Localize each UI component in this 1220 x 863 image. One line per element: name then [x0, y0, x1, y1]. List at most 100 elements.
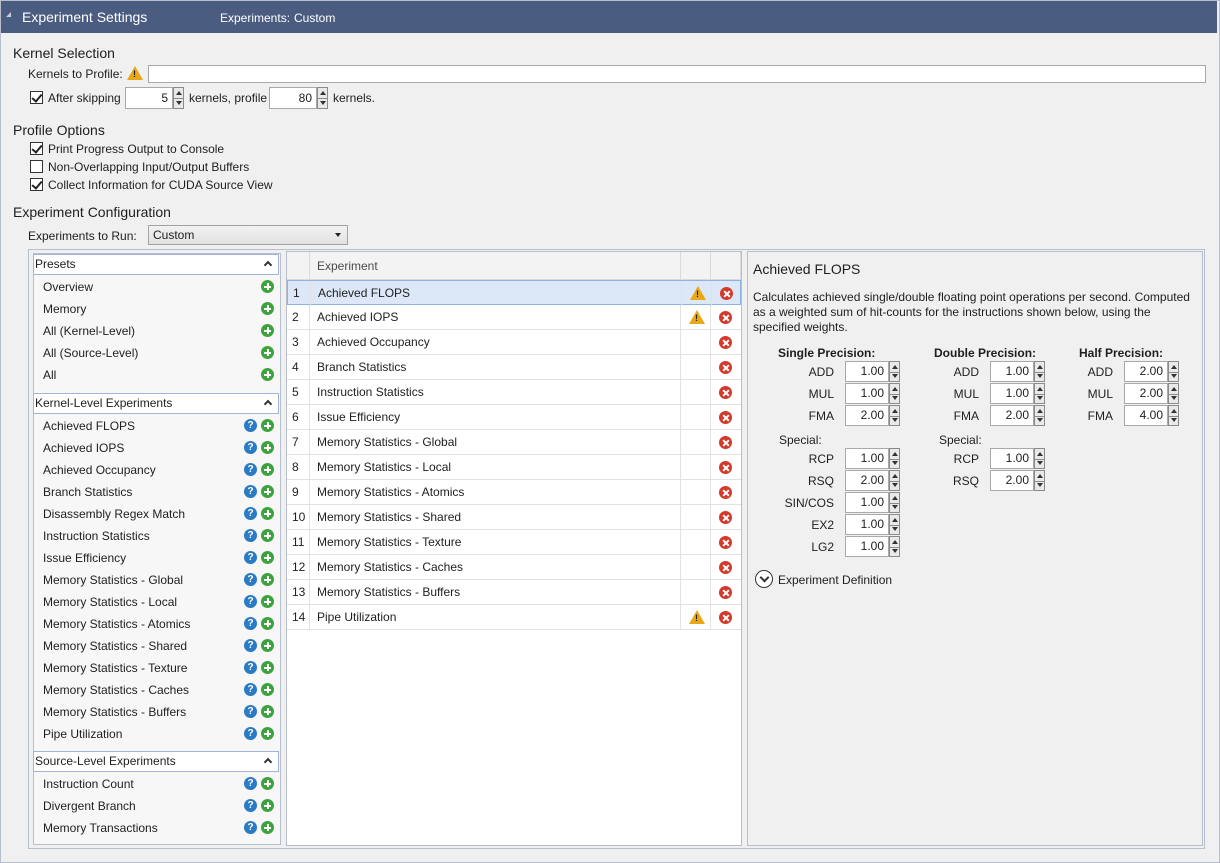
print-progress-checkbox[interactable]	[30, 142, 43, 155]
non-overlapping-checkbox[interactable]	[30, 160, 43, 173]
table-row[interactable]: 1 Achieved FLOPS!	[287, 280, 741, 306]
remove-icon[interactable]	[719, 336, 732, 349]
source-level-header[interactable]: Source-Level Experiments	[33, 751, 279, 772]
single-mul-input[interactable]: 1.00	[845, 383, 889, 404]
half-add-spinner[interactable]	[1168, 361, 1179, 382]
add-icon[interactable]	[261, 595, 274, 608]
remove-icon[interactable]	[719, 536, 732, 549]
single-ex2-spinner[interactable]	[889, 514, 900, 535]
half-mul-spinner[interactable]	[1168, 383, 1179, 404]
add-icon[interactable]	[261, 463, 274, 476]
library-item-issue-efficiency[interactable]: Issue Efficiency	[43, 547, 273, 569]
add-icon[interactable]	[261, 485, 274, 498]
single-rsq-input[interactable]: 2.00	[845, 470, 889, 491]
remove-icon[interactable]	[719, 586, 732, 599]
help-icon[interactable]: ?	[244, 485, 257, 498]
half-mul-input[interactable]: 2.00	[1124, 383, 1168, 404]
single-add-spinner[interactable]	[889, 361, 900, 382]
help-icon[interactable]: ?	[244, 777, 257, 790]
help-icon[interactable]: ?	[244, 507, 257, 520]
table-row[interactable]: 13 Memory Statistics - Buffers	[287, 580, 741, 605]
table-row[interactable]: 11 Memory Statistics - Texture	[287, 530, 741, 555]
help-icon[interactable]: ?	[244, 617, 257, 630]
library-item-pipe-utilization[interactable]: Pipe Utilization	[43, 723, 273, 745]
library-item-memory-statistics-texture[interactable]: Memory Statistics - Texture	[43, 657, 273, 679]
profile-count-input[interactable]: 80	[269, 87, 317, 109]
title-bar[interactable]: Experiment Settings Experiments: Custom	[1, 1, 1217, 33]
add-icon[interactable]	[261, 617, 274, 630]
single-lg2-input[interactable]: 1.00	[845, 536, 889, 557]
presets-header[interactable]: Presets	[33, 254, 279, 275]
expand-definition-icon[interactable]	[755, 570, 773, 588]
add-icon[interactable]	[261, 705, 274, 718]
collapse-chevron-icon[interactable]	[263, 260, 273, 270]
single-ex2-input[interactable]: 1.00	[845, 514, 889, 535]
library-item-overview[interactable]: Overview	[43, 276, 273, 298]
table-row[interactable]: 9 Memory Statistics - Atomics	[287, 480, 741, 505]
table-row[interactable]: 3 Achieved Occupancy	[287, 330, 741, 355]
library-item-all-kernel-level[interactable]: All (Kernel-Level)	[43, 320, 273, 342]
library-item-memory-statistics-local[interactable]: Memory Statistics - Local	[43, 591, 273, 613]
library-item-divergent-branch[interactable]: Divergent Branch	[43, 795, 273, 817]
library-item-disassembly-regex-match[interactable]: Disassembly Regex Match	[43, 503, 273, 525]
half-fma-input[interactable]: 4.00	[1124, 405, 1168, 426]
library-item-memory-statistics-caches[interactable]: Memory Statistics - Caches	[43, 679, 273, 701]
single-fma-spinner[interactable]	[889, 405, 900, 426]
double-add-spinner[interactable]	[1034, 361, 1045, 382]
after-skipping-checkbox[interactable]	[30, 91, 43, 104]
skip-count-spinner[interactable]	[173, 87, 184, 109]
table-row[interactable]: 4 Branch Statistics	[287, 355, 741, 380]
table-row[interactable]: 5 Instruction Statistics	[287, 380, 741, 405]
remove-icon[interactable]	[719, 436, 732, 449]
single-add-input[interactable]: 1.00	[845, 361, 889, 382]
table-row[interactable]: 6 Issue Efficiency	[287, 405, 741, 430]
add-icon[interactable]	[261, 573, 274, 586]
table-row[interactable]: 12 Memory Statistics - Caches	[287, 555, 741, 580]
add-icon[interactable]	[261, 777, 274, 790]
add-icon[interactable]	[261, 302, 274, 315]
remove-icon[interactable]	[719, 311, 732, 324]
table-row[interactable]: 8 Memory Statistics - Local	[287, 455, 741, 480]
remove-icon[interactable]	[719, 561, 732, 574]
add-icon[interactable]	[261, 346, 274, 359]
collect-cuda-source-checkbox[interactable]	[30, 178, 43, 191]
add-icon[interactable]	[261, 661, 274, 674]
help-icon[interactable]: ?	[244, 441, 257, 454]
help-icon[interactable]: ?	[244, 821, 257, 834]
double-add-input[interactable]: 1.00	[990, 361, 1034, 382]
single-rsq-spinner[interactable]	[889, 470, 900, 491]
single-fma-input[interactable]: 2.00	[845, 405, 889, 426]
double-mul-spinner[interactable]	[1034, 383, 1045, 404]
double-mul-input[interactable]: 1.00	[990, 383, 1034, 404]
help-icon[interactable]: ?	[244, 799, 257, 812]
library-item-memory-statistics-buffers[interactable]: Memory Statistics - Buffers	[43, 701, 273, 723]
single-lg2-spinner[interactable]	[889, 536, 900, 557]
single-sincos-input[interactable]: 1.00	[845, 492, 889, 513]
experiment-definition-toggle[interactable]: Experiment Definition	[778, 573, 892, 587]
help-icon[interactable]: ?	[244, 661, 257, 674]
remove-icon[interactable]	[719, 611, 732, 624]
help-icon[interactable]: ?	[244, 727, 257, 740]
add-icon[interactable]	[261, 821, 274, 834]
help-icon[interactable]: ?	[244, 419, 257, 432]
library-item-branch-statistics[interactable]: Branch Statistics	[43, 481, 273, 503]
table-row[interactable]: 7 Memory Statistics - Global	[287, 430, 741, 455]
library-item-all[interactable]: All	[43, 364, 273, 386]
single-sincos-spinner[interactable]	[889, 492, 900, 513]
single-rcp-spinner[interactable]	[889, 448, 900, 469]
library-item-instruction-count[interactable]: Instruction Count	[43, 773, 273, 795]
experiments-to-run-dropdown[interactable]: Custom	[148, 225, 348, 245]
table-row[interactable]: 10 Memory Statistics - Shared	[287, 505, 741, 530]
help-icon[interactable]: ?	[244, 573, 257, 586]
table-row[interactable]: 14 Pipe Utilization!	[287, 605, 741, 630]
add-icon[interactable]	[261, 551, 274, 564]
single-rcp-input[interactable]: 1.00	[845, 448, 889, 469]
add-icon[interactable]	[261, 727, 274, 740]
double-rsq-input[interactable]: 2.00	[990, 470, 1034, 491]
add-icon[interactable]	[261, 799, 274, 812]
library-item-achieved-iops[interactable]: Achieved IOPS	[43, 437, 273, 459]
add-icon[interactable]	[261, 419, 274, 432]
kernel-level-header[interactable]: Kernel-Level Experiments	[33, 393, 279, 414]
help-icon[interactable]: ?	[244, 683, 257, 696]
half-add-input[interactable]: 2.00	[1124, 361, 1168, 382]
